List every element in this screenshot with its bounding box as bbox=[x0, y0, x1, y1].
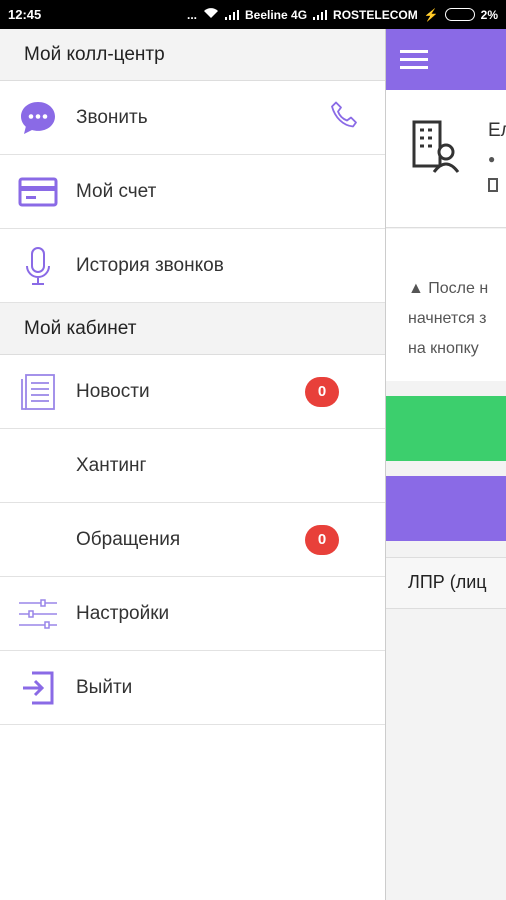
menu-item-account[interactable]: Мой счет bbox=[0, 155, 385, 229]
chat-bubble-icon bbox=[0, 100, 76, 136]
battery-level: 2% bbox=[480, 7, 498, 22]
app-toolbar bbox=[386, 29, 506, 90]
company-card[interactable]: Ел ● bbox=[386, 90, 506, 228]
sliders-icon bbox=[0, 598, 76, 630]
menu-item-label: Обращения bbox=[76, 528, 181, 550]
section-cabinet: Мой кабинет bbox=[0, 303, 385, 355]
warning-line: ▲ После н bbox=[408, 280, 489, 297]
status-time: 12:45 bbox=[8, 7, 42, 22]
section-call-center: Мой колл-центр bbox=[0, 29, 385, 81]
menu-item-news[interactable]: Новости 0 bbox=[0, 355, 385, 429]
logout-icon bbox=[0, 670, 76, 706]
document-icon bbox=[0, 373, 76, 411]
warning-line: на кнопку bbox=[408, 340, 479, 357]
menu-item-requests[interactable]: Обращения 0 bbox=[0, 503, 385, 577]
menu-item-label: Настройки bbox=[76, 602, 170, 624]
menu-item-label: Звонить bbox=[76, 106, 148, 128]
requests-count-badge: 0 bbox=[305, 524, 339, 555]
location-icon: ● bbox=[488, 152, 496, 166]
navigation-drawer: Мой колл-центр Звонить Мой счет История … bbox=[0, 29, 386, 900]
microphone-icon bbox=[0, 246, 76, 286]
menu-icon[interactable] bbox=[400, 45, 428, 74]
wifi-icon bbox=[203, 7, 219, 22]
menu-item-call[interactable]: Звонить bbox=[0, 81, 385, 155]
news-count-badge: 0 bbox=[305, 376, 339, 407]
credit-card-icon bbox=[0, 177, 76, 207]
phone-icon[interactable] bbox=[329, 99, 361, 136]
background-app: Ел ● ▲ После н начнется з на кнопку ЛПР … bbox=[386, 29, 506, 900]
carrier2-label: ROSTELECOM bbox=[333, 7, 418, 22]
status-bar: 12:45 ... Beeline 4G ROSTELECOM ⚡ 2% bbox=[0, 0, 506, 29]
lpr-section-header: ЛПР (лиц bbox=[386, 557, 506, 609]
menu-item-label: Хантинг bbox=[76, 454, 147, 476]
signal-icon bbox=[225, 9, 239, 20]
menu-item-label: Новости bbox=[76, 380, 150, 402]
battery-icon bbox=[444, 8, 475, 21]
warning-line: начнется з bbox=[408, 310, 487, 327]
menu-item-hunting[interactable]: Хантинг bbox=[0, 429, 385, 503]
carrier1-label: Beeline 4G bbox=[245, 7, 308, 22]
menu-item-logout[interactable]: Выйти bbox=[0, 651, 385, 725]
purple-action-button[interactable] bbox=[386, 476, 506, 541]
green-action-button[interactable] bbox=[386, 396, 506, 461]
charging-icon: ⚡ bbox=[423, 7, 439, 22]
status-dots: ... bbox=[186, 7, 197, 22]
menu-item-label: Мой счет bbox=[76, 180, 157, 202]
menu-item-settings[interactable]: Настройки bbox=[0, 577, 385, 651]
warning-text: ▲ После н начнется з на кнопку bbox=[386, 229, 506, 381]
menu-item-label: Выйти bbox=[76, 676, 133, 698]
menu-item-call-history[interactable]: История звонков bbox=[0, 229, 385, 303]
company-name: Ел bbox=[488, 120, 506, 141]
clipboard-icon bbox=[488, 178, 498, 192]
company-icon bbox=[410, 118, 462, 179]
signal-icon-2 bbox=[313, 9, 328, 20]
menu-item-label: История звонков bbox=[76, 254, 224, 276]
